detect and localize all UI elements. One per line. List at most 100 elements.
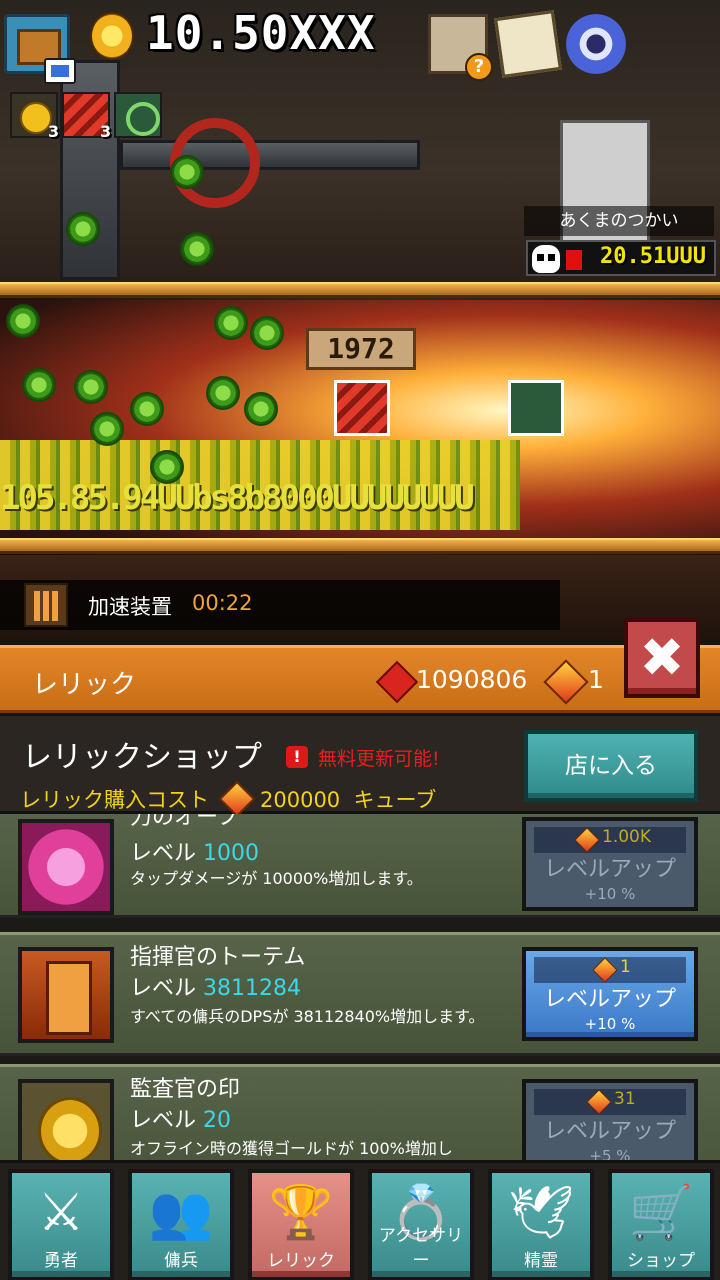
tab-label: 勇者 [44, 1251, 78, 1271]
relic-row: 力のオーブ レベル 1000 タップダメージが 10000%増加します。 1.0… [0, 814, 720, 918]
level-up-label: レベルアップ [543, 1119, 676, 1144]
bottom-nav: ⚔ 勇者 👥 傭兵 🏆 レリック 💍 アクセサリー 🕊 精霊 🛒 ショップ [0, 1160, 720, 1280]
enter-shop-button[interactable]: 店に入る [524, 730, 698, 802]
video-ad-icon[interactable] [44, 58, 76, 84]
cube-count: 1 [588, 665, 604, 694]
ruby-count: 1090806 [416, 665, 528, 694]
tab-relic[interactable]: 🏆 レリック [248, 1169, 354, 1280]
gold-drop-coin[interactable] [66, 212, 100, 246]
cart-icon: 🛒 [628, 1183, 694, 1243]
free-refresh-notice: 無料更新可能! [318, 748, 440, 770]
gold-drop-coin[interactable] [6, 304, 40, 338]
level-up-button[interactable]: 31 レベルアップ +5 % [522, 1079, 698, 1166]
shop-title: レリックショップ [22, 740, 262, 775]
relic-description: タップダメージが 10000%増加します。 [130, 869, 423, 888]
scroll-map-button[interactable] [494, 10, 562, 78]
power-orb-icon [18, 819, 114, 915]
battle-scene[interactable]: 10.50XXX ? 3 3 あくまのつかい 20.51UUU 1972 105… [0, 0, 720, 645]
relic-name: 指揮官のトーテム [130, 945, 306, 970]
level-up-increment: +10 % [584, 885, 636, 903]
relic-level: レベル 20 [130, 1108, 232, 1133]
panel-title: レリック [32, 670, 137, 700]
accelerator-label: 加速装置 [88, 595, 172, 619]
gold-drop-coin[interactable] [90, 412, 124, 446]
relic-name: 監査官の印 [130, 1077, 241, 1102]
gold-drop-coin[interactable] [74, 370, 108, 404]
boss-hp-fill [566, 250, 582, 270]
purchase-cost-label: レリック購入コスト [20, 788, 209, 812]
level-up-increment: +10 % [584, 1015, 636, 1033]
tab-shop[interactable]: 🛒 ショップ [608, 1169, 714, 1280]
question-badge: ? [465, 53, 493, 81]
relic-level: レベル 3811284 [130, 976, 301, 1001]
close-button[interactable]: ✖ [624, 618, 700, 698]
gold-drop-coin[interactable] [22, 368, 56, 402]
level-up-cost: 1.00K [602, 827, 651, 847]
sword-buff-count: 3 [100, 122, 112, 141]
tab-label: ショップ [627, 1251, 695, 1271]
level-up-cost: 1 [620, 957, 631, 977]
skull-icon [532, 245, 560, 273]
stage-number-sign: 1972 [306, 328, 416, 370]
totem-icon [18, 947, 114, 1043]
tab-label: 精霊 [524, 1251, 558, 1271]
green-skill-icon [508, 380, 564, 436]
boss-name: あくまのつかい [524, 206, 714, 236]
tab-accessory[interactable]: 💍 アクセサリー [368, 1169, 474, 1280]
level-up-label: レベルアップ [543, 987, 676, 1012]
relic-row: 指揮官のトーテム レベル 3811284 すべての傭兵のDPSが 3811284… [0, 932, 720, 1056]
relic-description: すべての傭兵のDPSが 38112840%増加します。 [130, 1007, 485, 1026]
purchase-cost-value: 200000 キューブ [260, 788, 437, 812]
gold-drop-coin[interactable] [170, 155, 204, 189]
tab-spirit[interactable]: 🕊 精霊 [488, 1169, 594, 1280]
gold-drop-coin[interactable] [180, 232, 214, 266]
mercenary-icon: 👥 [148, 1183, 214, 1243]
tab-hero[interactable]: ⚔ 勇者 [8, 1169, 114, 1280]
alert-icon: ! [286, 746, 308, 768]
relic-description: オフライン時の獲得ゴールドが 100%増加し [130, 1139, 453, 1158]
lower-floor-ledge [0, 538, 720, 554]
level-up-button[interactable]: 1.00K レベルアップ +10 % [522, 817, 698, 911]
tab-mercenary[interactable]: 👥 傭兵 [128, 1169, 234, 1280]
cube-icon [218, 780, 256, 818]
relic-level: レベル 1000 [130, 841, 260, 866]
gold-drop-coin[interactable] [130, 392, 164, 426]
spirit-icon: 🕊 [507, 1183, 574, 1243]
ruby-icon [375, 660, 419, 704]
relic-name: 力のオーブ [130, 814, 239, 830]
accelerator-icon [24, 583, 68, 627]
gold-drop-coin[interactable] [214, 306, 248, 340]
sword-skill-icon [334, 380, 390, 436]
accelerator-timer: 00:22 [192, 591, 253, 615]
pipe [120, 140, 420, 170]
boss-hp-bar: 20.51UUU [526, 240, 716, 276]
damage-popup-text: 105.85.94UUbs8b8000UUUUUUUU [0, 478, 475, 518]
level-up-label: レベルアップ [543, 857, 676, 882]
boss-hp-value: 20.51UUU [600, 244, 706, 269]
level-up-button[interactable]: 1 レベルアップ +10 % [522, 947, 698, 1041]
tab-label: アクセサリー [378, 1226, 464, 1271]
green-buff-icon[interactable] [114, 92, 162, 138]
gold-drop-coin[interactable] [244, 392, 278, 426]
gold-drop-coin[interactable] [250, 316, 284, 350]
trophy-icon: 🏆 [268, 1183, 334, 1243]
gear-icon[interactable] [566, 14, 626, 74]
sword-icon: ⚔ [37, 1183, 85, 1243]
level-up-cost: 31 [614, 1089, 636, 1109]
relic-panel-header: レリック 1090806 1 [0, 645, 720, 713]
seal-icon [18, 1079, 114, 1166]
accelerator-bar: 加速装置 00:22 [0, 580, 560, 630]
coin-buff-count: 3 [48, 122, 60, 141]
gold-amount: 10.50XXX [146, 6, 376, 60]
relic-row: 監査官の印 レベル 20 オフライン時の獲得ゴールドが 100%増加し 31 レ… [0, 1064, 720, 1166]
gold-drop-coin[interactable] [206, 376, 240, 410]
relic-list[interactable]: 力のオーブ レベル 1000 タップダメージが 10000%増加します。 1.0… [0, 814, 720, 1166]
close-icon: ✖ [639, 626, 685, 689]
boss-tower [560, 120, 650, 260]
upper-floor-ledge [0, 282, 720, 298]
cube-icon [543, 659, 589, 705]
tab-label: レリック [267, 1251, 335, 1271]
tab-label: 傭兵 [164, 1251, 198, 1271]
quest-house-button[interactable]: ? [428, 14, 493, 81]
gold-coin-icon [90, 12, 134, 60]
